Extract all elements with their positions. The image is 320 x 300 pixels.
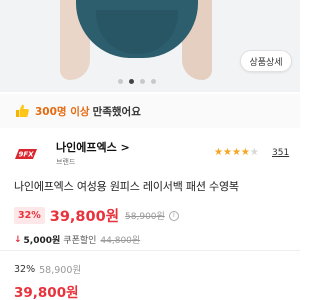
review-count-link[interactable]: 351 xyxy=(272,148,289,158)
lower-price-row: 32% 58,900원 xyxy=(14,262,82,277)
star-icon: ★ xyxy=(231,147,241,158)
satisfaction-label: 만족했어요 xyxy=(92,105,141,118)
sale-price: 39,800원 xyxy=(49,209,120,225)
brand-logo-text: 9FX xyxy=(18,151,34,159)
star-icon: ★ xyxy=(222,147,232,158)
gallery-dot[interactable] xyxy=(118,79,123,84)
arrow-down-icon: ↓ xyxy=(14,234,22,245)
lower-discount: 32% xyxy=(14,263,36,275)
brand-logo: 9FX xyxy=(15,149,37,159)
satisfaction-count: 300명 이상 xyxy=(35,105,90,118)
product-title: 나인에프엑스 여성용 원피스 레이서백 패션 수영복 xyxy=(14,180,239,193)
coupon-amount: 5,000원 xyxy=(23,236,61,246)
gallery-dot[interactable] xyxy=(151,79,156,84)
star-icon: ★ xyxy=(240,147,250,158)
coupon-label: 쿠폰할인 xyxy=(63,236,97,246)
coupon-original-price: 44,800원 xyxy=(100,236,141,246)
thumbs-up-icon xyxy=(16,104,29,117)
info-icon[interactable]: i xyxy=(168,210,179,221)
brand-label: 브랜드 xyxy=(56,158,76,166)
gallery-pagination[interactable] xyxy=(118,79,156,84)
coupon-row[interactable]: ↓ 5,000원 쿠폰할인 44,800원 xyxy=(14,233,141,247)
product-detail-button[interactable]: 상품상세 xyxy=(240,50,292,72)
satisfaction-banner: 300명 이상 만족했어요 xyxy=(0,94,300,128)
star-icon: ★ xyxy=(214,147,223,158)
discount-badge: 32% xyxy=(14,207,45,224)
lower-original-price: 58,900원 xyxy=(39,265,82,276)
star-half-icon: ★ xyxy=(249,147,259,158)
price-row: 32% 39,800원 58,900원 i xyxy=(14,205,179,226)
brand-row[interactable]: 9FX 나인에프엑스 > 브랜드 ★ ★ ★ ★ ★ 351 xyxy=(0,134,300,168)
gallery-dot-active[interactable] xyxy=(129,79,134,84)
original-price: 58,900원 xyxy=(125,212,165,222)
product-image-gallery[interactable]: 상품상세 xyxy=(0,0,300,92)
gallery-dot[interactable] xyxy=(140,79,145,84)
final-price: 39,800원 xyxy=(14,285,79,300)
brand-name-link[interactable]: 나인에프엑스 > xyxy=(56,139,130,155)
rating-stars[interactable]: ★ ★ ★ ★ ★ xyxy=(214,148,259,158)
divider xyxy=(0,250,300,251)
